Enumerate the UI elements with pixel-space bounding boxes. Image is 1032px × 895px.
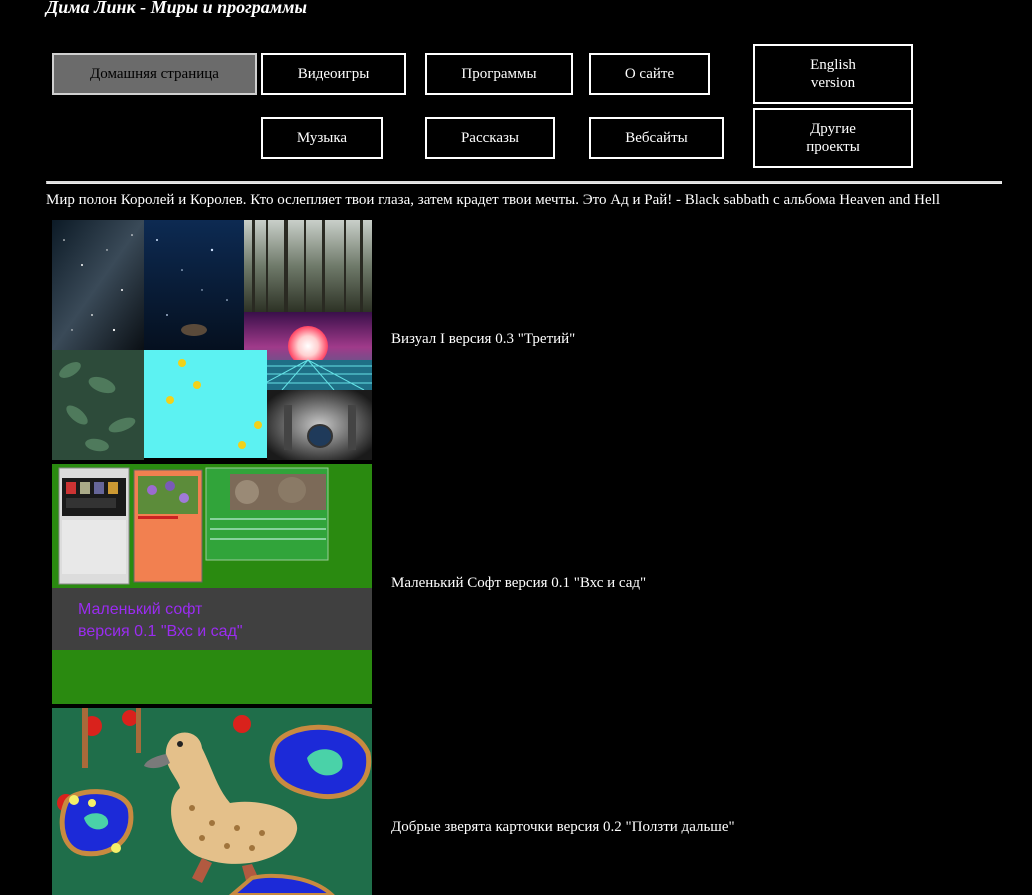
little-soft-image-version: версия 0.1 "Вхс и сад" xyxy=(78,623,243,640)
nav-programs-label: Программы xyxy=(461,66,537,82)
nav-stories-button[interactable]: Рассказы xyxy=(425,117,555,159)
nav-videogames-button[interactable]: Видеоигры xyxy=(261,53,406,95)
project-visual-thumbnail[interactable] xyxy=(52,220,372,460)
header-divider xyxy=(46,181,1002,184)
nav-english-label: English version xyxy=(810,57,856,91)
project-visual-link[interactable]: Визуал I версия 0.3 "Третий" xyxy=(391,331,575,348)
nav-music-button[interactable]: Музыка xyxy=(261,117,383,159)
nav-about-label: О сайте xyxy=(624,66,675,82)
nav-home-button[interactable]: Домашняя страница xyxy=(52,53,257,95)
duck-drawing-image xyxy=(52,708,372,895)
site-title: Дима Линк - Миры и программы xyxy=(46,0,307,17)
nav-about-button[interactable]: О сайте xyxy=(589,53,710,95)
project-kind-animals-thumbnail[interactable] xyxy=(52,708,372,895)
nav-websites-label: Вебсайты xyxy=(625,130,688,146)
project-kind-animals-link[interactable]: Добрые зверята карточки версия 0.2 "Полз… xyxy=(391,819,735,836)
project-little-soft-thumbnail[interactable]: Маленький софт версия 0.1 "Вхс и сад" xyxy=(52,464,372,704)
little-soft-image-title: Маленький софт xyxy=(78,601,203,618)
visual-collage-image xyxy=(52,220,372,460)
nav-programs-button[interactable]: Программы xyxy=(425,53,573,95)
nav-english-button[interactable]: English version xyxy=(753,44,913,104)
little-soft-image: Маленький софт версия 0.1 "Вхс и сад" xyxy=(52,464,372,704)
nav-other-projects-button[interactable]: Другие проекты xyxy=(753,108,913,168)
quote-text: Мир полон Королей и Королев. Кто ослепля… xyxy=(46,192,941,208)
nav-websites-button[interactable]: Вебсайты xyxy=(589,117,724,159)
nav-stories-label: Рассказы xyxy=(460,130,520,146)
project-little-soft-link[interactable]: Маленький Софт версия 0.1 "Вхс и сад" xyxy=(391,575,646,592)
nav-other-projects-label: Другие проекты xyxy=(806,121,860,155)
nav-home-label: Домашняя страница xyxy=(90,66,219,82)
nav-music-label: Музыка xyxy=(296,130,348,146)
nav-videogames-label: Видеоигры xyxy=(297,66,370,82)
